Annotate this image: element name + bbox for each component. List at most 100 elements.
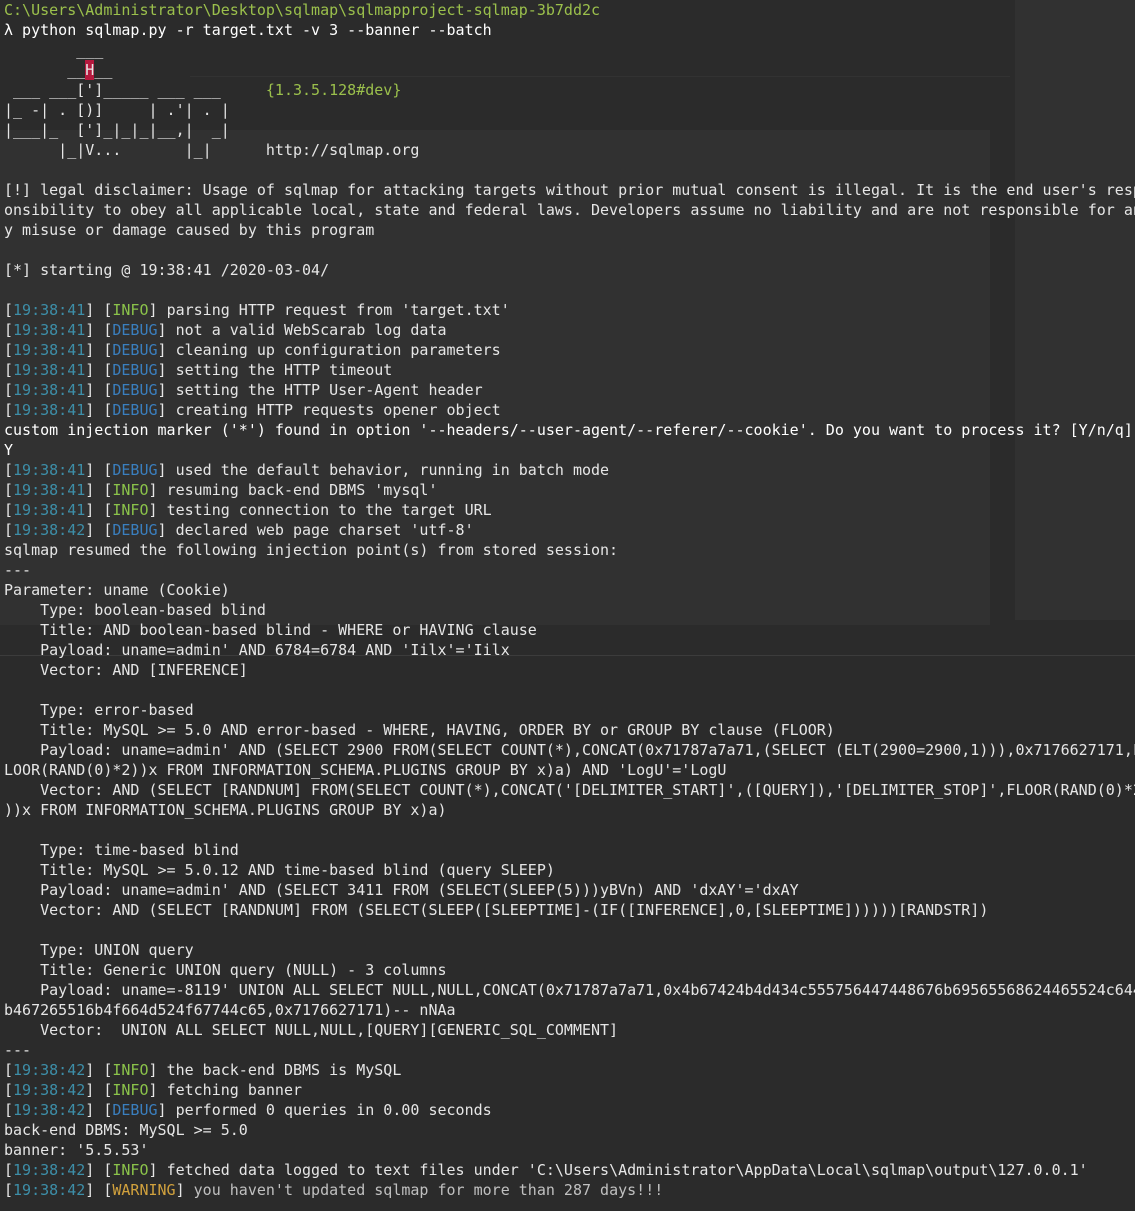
bracket: ] [ (85, 501, 113, 519)
log-level-info: INFO (112, 501, 149, 519)
injection-detail-line: Payload: uname=admin' AND (SELECT 3411 F… (4, 881, 799, 899)
bracket: [ (4, 1081, 14, 1099)
bracket: [ (4, 501, 14, 519)
logo-line: ___ (4, 41, 104, 59)
log-line: [19:38:42] [INFO] the back-end DBMS is M… (4, 1060, 1135, 1080)
log-timestamp: 19:38:41 (13, 321, 86, 339)
log-line: [19:38:41] [DEBUG] not a valid WebScarab… (4, 320, 1135, 340)
log-message: the back-end DBMS is MySQL (166, 1061, 402, 1079)
log-line: [19:38:41] [INFO] testing connection to … (4, 500, 1135, 520)
injection-detail-line: Title: MySQL >= 5.0.12 AND time-based bl… (4, 861, 555, 879)
injection-detail-line: Type: error-based (4, 701, 194, 719)
log-timestamp: 19:38:42 (13, 1161, 86, 1179)
bracket: ] (148, 481, 167, 499)
logo-line: |___|_ [']_|_|_|__,| _| (4, 121, 230, 139)
bracket: [ (4, 341, 14, 359)
log-message: not a valid WebScarab log data (175, 321, 447, 339)
log-line: [19:38:41] [INFO] parsing HTTP request f… (4, 300, 1135, 320)
bracket: ] (157, 381, 176, 399)
bracket: ] (148, 1081, 167, 1099)
log-line: [19:38:41] [DEBUG] used the default beha… (4, 460, 1135, 480)
logo-art: |_|V... |_| (4, 141, 239, 159)
bracket: [ (4, 1181, 14, 1199)
logo-line: |_|V... |_| http://sqlmap.org (4, 140, 1135, 160)
logo-line: ___ ___[']_____ ___ ___ {1.3.5.128#dev} (4, 80, 1135, 100)
cwd-path: C:\Users\Administrator\Desktop\sqlmap\sq… (4, 1, 601, 19)
bracket: [ (4, 381, 14, 399)
log-message: performed 0 queries in 0.00 seconds (175, 1101, 492, 1119)
log-line: [19:38:42] [DEBUG] declared web page cha… (4, 520, 1135, 540)
bracket: ] (157, 361, 176, 379)
log-block: [19:38:42] [INFO] the back-end DBMS is M… (4, 1060, 1135, 1120)
log-line: [19:38:42] [DEBUG] performed 0 queries i… (4, 1100, 1135, 1120)
bracket: [ (4, 321, 14, 339)
sqlmap-url[interactable]: http://sqlmap.org (266, 141, 420, 159)
log-timestamp: 19:38:42 (13, 1101, 86, 1119)
log-timestamp: 19:38:41 (13, 481, 86, 499)
logo-line: __H__ (4, 60, 113, 80)
bracket: ] (157, 461, 176, 479)
bracket: ] (157, 1101, 176, 1119)
log-message: declared web page charset 'utf-8' (175, 521, 474, 539)
injection-detail-line: Payload: uname=admin' AND (SELECT 2900 F… (4, 741, 1135, 759)
log-message: fetched data logged to text files under … (166, 1161, 1088, 1179)
bracket: ] [ (85, 401, 113, 419)
banner-result-line: banner: '5.5.53' (4, 1141, 149, 1159)
disclaimer-line: y misuse or damage caused by this progra… (4, 221, 375, 239)
log-message: setting the HTTP timeout (175, 361, 393, 379)
injection-detail-line: Title: AND boolean-based blind - WHERE o… (4, 621, 537, 639)
log-level-warning: WARNING (112, 1181, 176, 1199)
command-line: λ python sqlmap.py -r target.txt -v 3 --… (4, 21, 492, 39)
bracket: [ (4, 461, 14, 479)
bracket: ] (175, 1181, 194, 1199)
bracket: ] (157, 521, 176, 539)
bracket: ] (157, 401, 176, 419)
log-timestamp: 19:38:42 (13, 1081, 86, 1099)
injection-detail-line: LOOR(RAND(0)*2))x FROM INFORMATION_SCHEM… (4, 761, 727, 779)
log-message: creating HTTP requests opener object (175, 401, 501, 419)
log-level-info: INFO (112, 1061, 149, 1079)
injection-detail-line: b467265516b4f664d524f67744c65,0x71766271… (4, 1001, 456, 1019)
bracket: [ (4, 401, 14, 419)
parameter-line: Parameter: uname (Cookie) (4, 581, 230, 599)
bracket: [ (4, 481, 14, 499)
bracket: ] (157, 321, 176, 339)
injection-detail-line: Payload: uname=admin' AND 6784=6784 AND … (4, 641, 510, 659)
injection-detail-line: Title: MySQL >= 5.0 AND error-based - WH… (4, 721, 835, 739)
log-level-info: INFO (112, 1081, 149, 1099)
injection-points: Type: boolean-based blind Title: AND boo… (4, 600, 1135, 1040)
injection-detail-line: Vector: AND [INFERENCE] (4, 661, 248, 679)
bracket: ] [ (85, 321, 113, 339)
log-block: [19:38:42] [INFO] fetched data logged to… (4, 1160, 1135, 1200)
resumed-line: sqlmap resumed the following injection p… (4, 541, 619, 559)
logo-art: ___ ___[']_____ ___ ___ (4, 81, 239, 99)
injection-detail-line: Title: Generic UNION query (NULL) - 3 co… (4, 961, 447, 979)
bracket: ] [ (85, 1101, 113, 1119)
bracket: ] [ (85, 1161, 113, 1179)
bracket: ] [ (85, 361, 113, 379)
log-message: used the default behavior, running in ba… (175, 461, 610, 479)
question-line: custom injection marker ('*') found in o… (4, 421, 1133, 439)
terminal-output[interactable]: C:\Users\Administrator\Desktop\sqlmap\sq… (4, 0, 1135, 1211)
injection-detail-line: Type: UNION query (4, 941, 194, 959)
log-line: [19:38:42] [WARNING] you haven't updated… (4, 1180, 1135, 1200)
log-timestamp: 19:38:41 (13, 341, 86, 359)
log-message: fetching banner (166, 1081, 303, 1099)
logo-line: |_ -| . [)] | .'| . | (4, 101, 230, 119)
log-timestamp: 19:38:41 (13, 381, 86, 399)
log-block: [19:38:41] [INFO] parsing HTTP request f… (4, 300, 1135, 420)
injection-detail-line: Payload: uname=-8119' UNION ALL SELECT N… (4, 981, 1135, 999)
log-timestamp: 19:38:42 (13, 1061, 86, 1079)
bracket: [ (4, 1061, 14, 1079)
bracket: ] [ (85, 461, 113, 479)
log-level-debug: DEBUG (112, 1101, 158, 1119)
log-message: you haven't updated sqlmap for more than… (193, 1181, 664, 1199)
bracket: ] [ (85, 341, 113, 359)
dbms-result-line: back-end DBMS: MySQL >= 5.0 (4, 1121, 248, 1139)
log-timestamp: 19:38:42 (13, 1181, 86, 1199)
